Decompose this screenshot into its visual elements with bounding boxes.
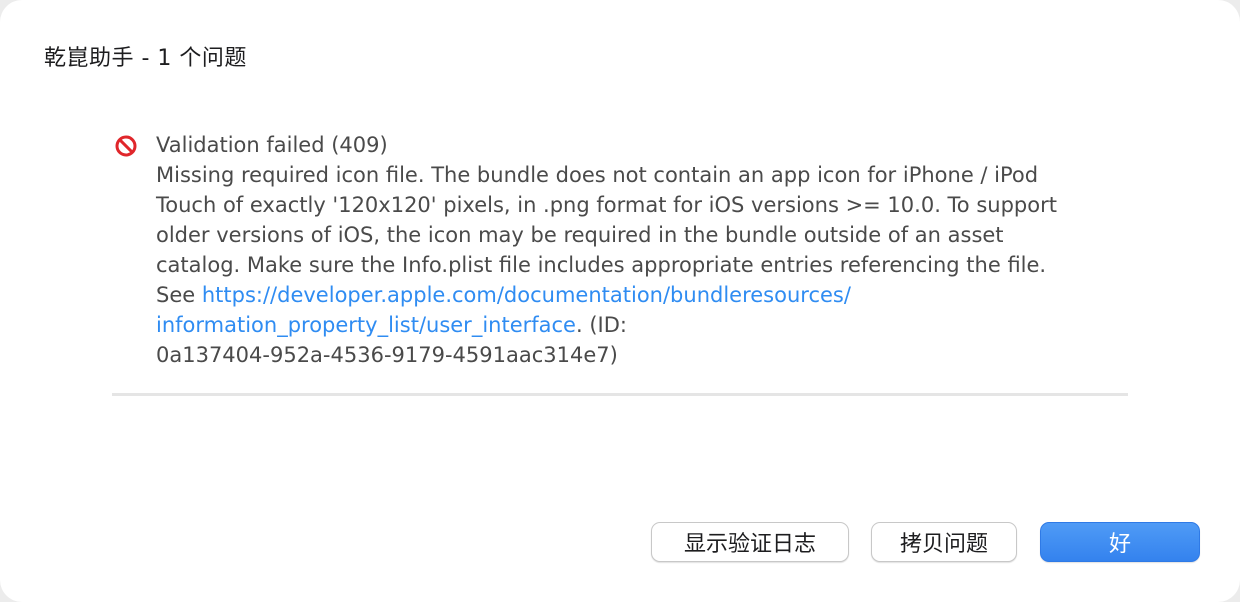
prohibited-icon <box>115 135 137 157</box>
issue-heading: Validation failed (409) <box>156 133 388 157</box>
issue-line: Touch of exactly '120x120' pixels, in .p… <box>156 193 1057 217</box>
id-prefix: . (ID: <box>575 313 627 337</box>
issue-link-line-2: information_property_list/user_interface… <box>156 310 1128 340</box>
ok-button[interactable]: 好 <box>1040 522 1200 562</box>
documentation-link[interactable]: https://developer.apple.com/documentatio… <box>202 283 851 307</box>
issue-line: catalog. Make sure the Info.plist file i… <box>156 253 1047 277</box>
issue-line: older versions of iOS, the icon may be r… <box>156 223 1004 247</box>
documentation-link-continued[interactable]: information_property_list/user_interface <box>156 313 576 337</box>
show-validation-log-button[interactable]: 显示验证日志 <box>651 522 849 562</box>
issue-line: Missing required icon file. The bundle d… <box>156 163 1039 187</box>
issue-message: Validation failed (409) Missing required… <box>156 130 1128 370</box>
divider <box>112 393 1128 396</box>
validation-dialog: 乾崑助手 - 1 个问题 Validation failed (409) Mis… <box>0 0 1240 602</box>
see-prefix: See <box>156 283 202 307</box>
dialog-title: 乾崑助手 - 1 个问题 <box>44 46 247 71</box>
issue-id: 0a137404-952a-4536-9179-4591aac314e7) <box>156 343 618 367</box>
copy-issue-button[interactable]: 拷贝问题 <box>871 522 1017 562</box>
issue-link-line: See https://developer.apple.com/document… <box>156 280 1128 310</box>
